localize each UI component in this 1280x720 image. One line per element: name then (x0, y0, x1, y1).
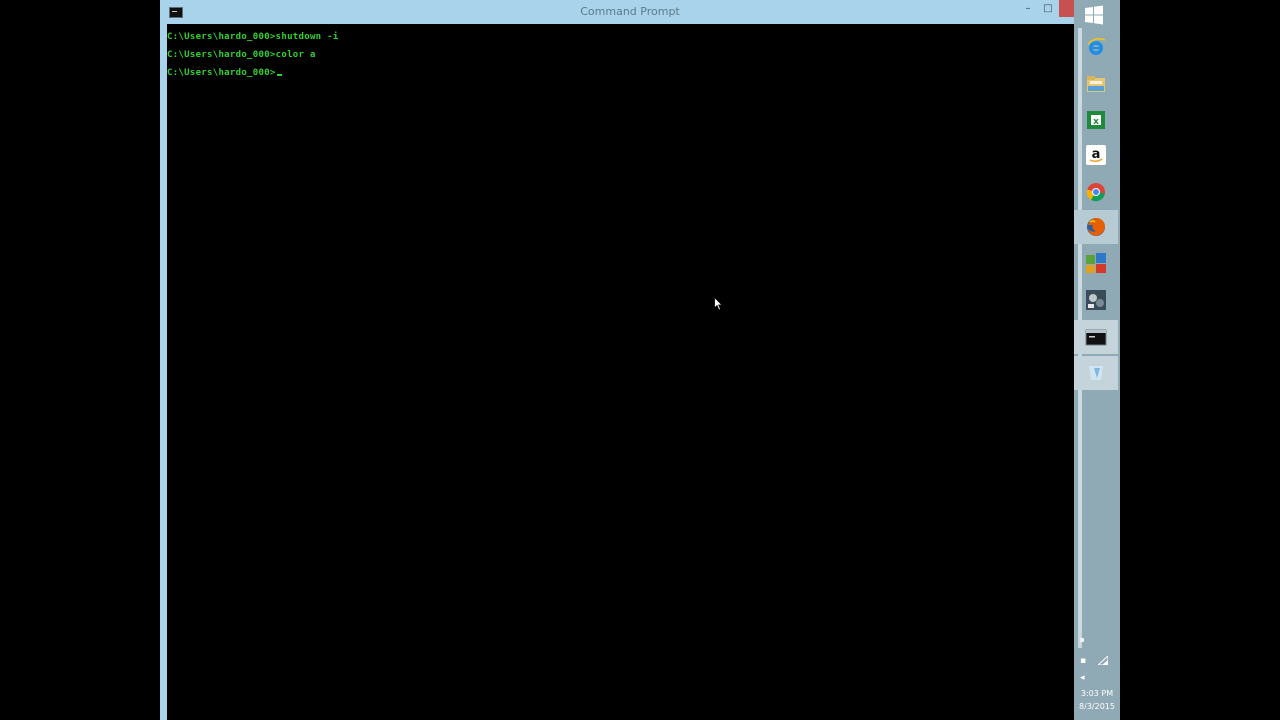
network-icon[interactable] (1098, 656, 1108, 665)
console-line: C:\Users\hardo_000>color a (167, 50, 316, 60)
console-prompt-line: C:\Users\hardo_000> (167, 68, 282, 78)
taskbar-item-app-collage[interactable] (1074, 246, 1118, 280)
windows-start-icon[interactable] (1084, 5, 1104, 25)
console-area[interactable]: C:\Users\hardo_000>shutdown -i C:\Users\… (167, 24, 1074, 720)
action-center-icon[interactable]: ▪ (1080, 656, 1086, 666)
taskbar-item-app-blue[interactable] (1074, 356, 1118, 390)
window-title-bar[interactable]: Command Prompt – □ x (160, 0, 1099, 24)
excel-icon: x (1087, 111, 1105, 129)
taskbar-item-media-app[interactable] (1074, 283, 1118, 317)
window-border (160, 24, 167, 720)
taskbar-item-command-prompt[interactable] (1074, 320, 1118, 354)
taskbar-item-internet-explorer[interactable] (1074, 30, 1118, 64)
clock-time[interactable]: 3:03 PM (1074, 689, 1120, 698)
tray-overflow-icon[interactable] (1080, 638, 1084, 642)
svg-text:x: x (1093, 117, 1099, 127)
svg-text:a: a (1092, 147, 1101, 162)
volume-icon[interactable]: ◂ (1080, 673, 1085, 683)
command-prompt-window: Command Prompt – □ x C:\Users\hardo_000>… (160, 0, 1099, 720)
media-icon (1086, 290, 1106, 310)
taskbar-item-file-explorer[interactable] (1074, 67, 1118, 101)
amazon-icon: a (1086, 145, 1106, 165)
text-cursor (276, 74, 282, 76)
firefox-icon (1087, 218, 1105, 236)
taskbar-item-chrome[interactable] (1074, 175, 1118, 209)
taskbar-item-amazon[interactable]: a (1074, 138, 1118, 172)
chrome-icon (1086, 183, 1105, 202)
collage-icon (1086, 253, 1106, 273)
taskbar-item-excel[interactable]: x (1074, 103, 1118, 137)
internet-explorer-icon (1087, 37, 1106, 55)
taskbar-item-firefox[interactable] (1074, 210, 1118, 244)
clock-date[interactable]: 8/3/2015 (1074, 702, 1120, 711)
blue-app-icon (1089, 366, 1103, 380)
console-line: C:\Users\hardo_000>shutdown -i (167, 32, 339, 42)
console-icon (1085, 329, 1107, 346)
console-prompt: C:\Users\hardo_000> (167, 68, 276, 78)
desktop: Command Prompt – □ x C:\Users\hardo_000>… (0, 0, 1280, 720)
minimize-button[interactable]: – (1022, 0, 1034, 17)
mouse-pointer-icon (714, 297, 723, 311)
maximize-button[interactable]: □ (1042, 0, 1054, 17)
folder-icon (1087, 76, 1105, 92)
window-title: Command Prompt (580, 5, 680, 18)
